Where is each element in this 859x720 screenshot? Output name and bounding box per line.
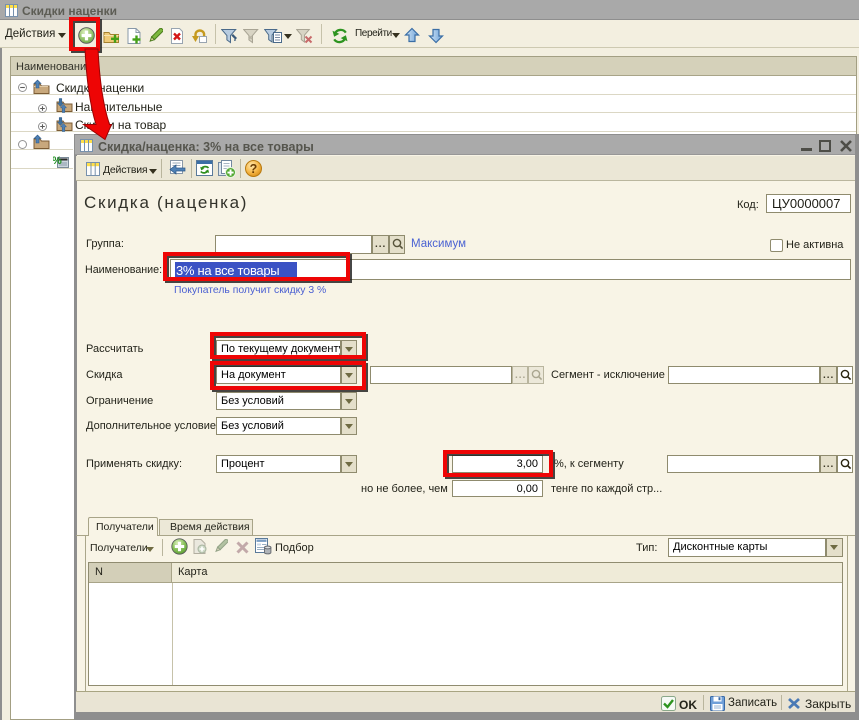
svg-text:%: % [53, 155, 62, 167]
svg-text:?: ? [250, 162, 258, 176]
